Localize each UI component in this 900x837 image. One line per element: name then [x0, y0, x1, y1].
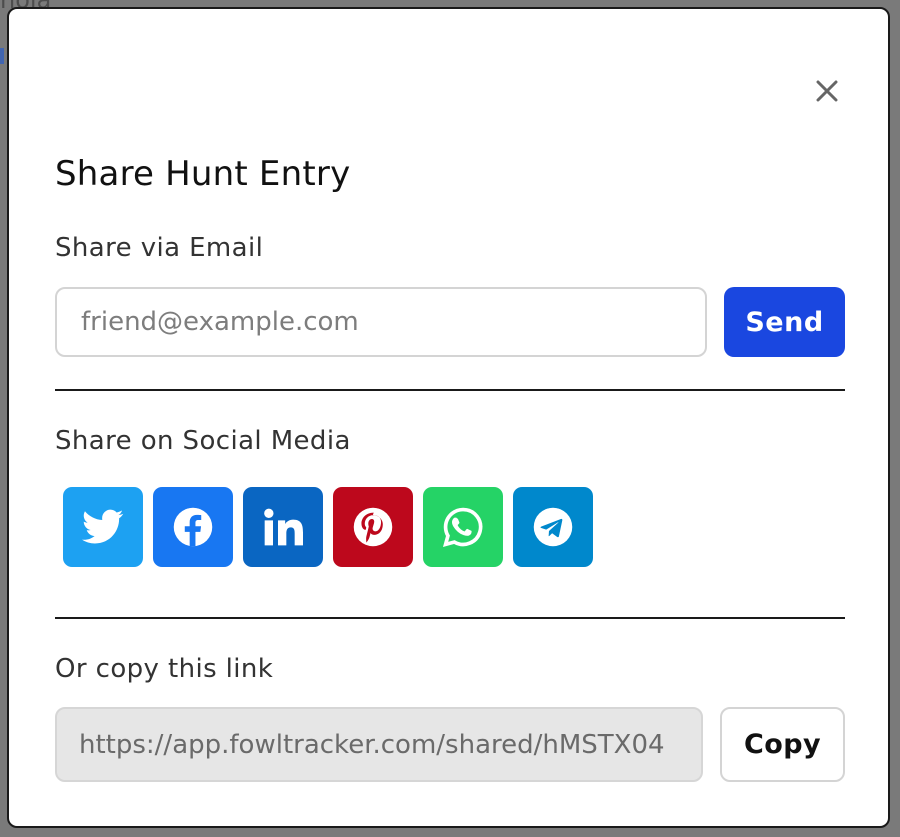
telegram-share-button[interactable]	[513, 487, 593, 567]
link-section-label: Or copy this link	[55, 654, 274, 684]
copy-button[interactable]: Copy	[720, 707, 845, 782]
divider	[55, 389, 845, 391]
email-input[interactable]	[55, 287, 707, 357]
share-modal: Share Hunt Entry Share via Email Send Sh…	[7, 7, 890, 828]
email-section-label: Share via Email	[55, 233, 264, 263]
pinterest-icon	[353, 507, 393, 547]
twitter-icon	[82, 509, 124, 544]
close-icon	[816, 80, 838, 102]
linkedin-icon	[264, 508, 303, 546]
facebook-icon	[173, 507, 213, 547]
send-button[interactable]: Send	[724, 287, 845, 357]
modal-title: Share Hunt Entry	[55, 154, 351, 194]
telegram-icon	[533, 507, 573, 547]
twitter-share-button[interactable]	[63, 487, 143, 567]
social-section-label: Share on Social Media	[55, 426, 351, 456]
facebook-share-button[interactable]	[153, 487, 233, 567]
social-buttons	[63, 487, 593, 567]
whatsapp-icon	[442, 507, 483, 548]
linkedin-share-button[interactable]	[243, 487, 323, 567]
whatsapp-share-button[interactable]	[423, 487, 503, 567]
pinterest-share-button[interactable]	[333, 487, 413, 567]
close-button[interactable]	[809, 73, 845, 109]
divider	[55, 617, 845, 619]
share-link-field[interactable]	[55, 707, 703, 782]
background-link-fragment	[0, 48, 4, 64]
